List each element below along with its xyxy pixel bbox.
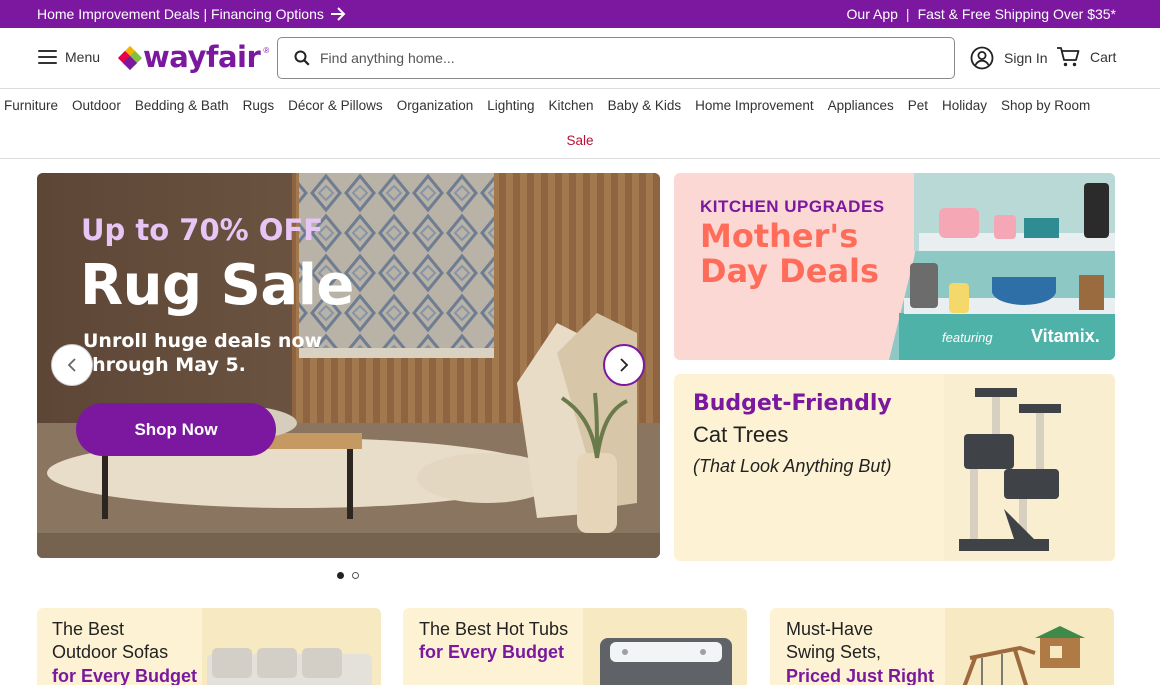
cat-tree-subtitle: Cat Trees — [693, 422, 789, 447]
nav-item-organization[interactable]: Organization — [397, 98, 474, 113]
logo-mark-icon — [117, 45, 143, 71]
card-line-2: Swing Sets, — [786, 642, 882, 662]
vitamix-logo: Vitamix. — [1031, 326, 1100, 346]
nav-item-outdoor[interactable]: Outdoor — [72, 98, 121, 113]
shop-now-button[interactable]: Shop Now — [76, 403, 276, 456]
card-line-2: for Every Budget — [419, 642, 565, 662]
account-icon — [970, 46, 994, 70]
category-nav: Furniture Outdoor Bedding & Bath Rugs Dé… — [0, 89, 1160, 159]
kitchen-title: Mother's Day Deals — [700, 217, 880, 290]
kitchen-eyebrow: KITCHEN UPGRADES — [700, 197, 885, 216]
chevron-right-icon — [620, 358, 629, 372]
nav-item-furniture[interactable]: Furniture — [4, 98, 58, 113]
wayfair-logo[interactable]: wayfair ® — [117, 40, 270, 74]
carousel-dot-active[interactable] — [337, 572, 344, 579]
carousel-next-button[interactable] — [603, 344, 645, 386]
search-bar[interactable] — [277, 37, 955, 79]
promo-deals-text: Home Improvement Deals | Financing Optio… — [37, 6, 324, 22]
promo-separator: | — [905, 6, 910, 22]
carousel-prev-button[interactable] — [51, 344, 93, 386]
nav-item-pet[interactable]: Pet — [908, 98, 928, 113]
card-line-2: Outdoor Sofas — [52, 642, 169, 662]
our-app-link[interactable]: Our App — [847, 6, 898, 22]
shipping-link[interactable]: Fast & Free Shipping Over $35* — [918, 6, 1116, 22]
cat-tree-card[interactable]: Budget-Friendly Cat Trees (That Look Any… — [674, 374, 1115, 561]
nav-item-shop-by-room[interactable]: Shop by Room — [1001, 98, 1090, 113]
hero-banner[interactable]: Up to 70% OFF Rug Sale Unroll huge deals… — [37, 173, 660, 558]
featuring-label: featuring — [942, 330, 993, 345]
card-line-1: The Best Hot Tubs — [419, 619, 569, 639]
hero-subtitle: Unroll huge deals now through May 5. — [83, 330, 323, 376]
card-line-3: Priced Just Right — [786, 666, 935, 685]
nav-item-bedding-bath[interactable]: Bedding & Bath — [135, 98, 229, 113]
trademark-mark: ® — [263, 46, 270, 55]
cart-button[interactable]: Cart — [1056, 46, 1116, 68]
nav-item-holiday[interactable]: Holiday — [942, 98, 987, 113]
nav-item-lighting[interactable]: Lighting — [487, 98, 534, 113]
menu-label: Menu — [65, 49, 101, 65]
carousel-dots — [337, 572, 359, 579]
sign-in-button[interactable]: Sign In — [970, 46, 1048, 70]
hero-title: Rug Sale — [80, 253, 354, 318]
arrow-right-icon — [330, 7, 346, 21]
kitchen-upgrades-card[interactable]: KITCHEN UPGRADES Mother's Day Deals feat… — [674, 173, 1115, 360]
hot-tubs-card[interactable]: The Best Hot Tubs for Every Budget — [403, 608, 747, 685]
card-line-1: Must-Have — [786, 619, 874, 639]
nav-item-decor-pillows[interactable]: Décor & Pillows — [288, 98, 383, 113]
chevron-left-icon — [67, 358, 76, 372]
logo-text: wayfair — [143, 40, 261, 74]
nav-item-kitchen[interactable]: Kitchen — [549, 98, 594, 113]
site-header: Menu wayfair ® Sign In Cart — [0, 28, 1160, 89]
hero-discount: Up to 70% OFF — [81, 213, 324, 247]
card-line-1: The Best — [52, 619, 125, 639]
cart-icon — [1057, 47, 1080, 67]
menu-button[interactable]: Menu — [38, 49, 100, 65]
sign-in-label: Sign In — [1004, 50, 1048, 66]
nav-item-appliances[interactable]: Appliances — [828, 98, 894, 113]
search-input[interactable] — [320, 50, 920, 66]
cat-tree-title: Budget-Friendly — [693, 391, 892, 416]
nav-item-sale[interactable]: Sale — [566, 133, 593, 148]
outdoor-sofas-card[interactable]: The Best Outdoor Sofas for Every Budget — [37, 608, 381, 685]
hamburger-icon — [38, 50, 57, 64]
cat-tree-note: (That Look Anything But) — [693, 456, 892, 476]
card-line-3: for Every Budget — [52, 666, 198, 685]
nav-item-rugs[interactable]: Rugs — [243, 98, 275, 113]
cart-label: Cart — [1090, 49, 1117, 65]
swing-sets-card[interactable]: Must-Have Swing Sets, Priced Just Right — [770, 608, 1114, 685]
promo-deals-link[interactable]: Home Improvement Deals | Financing Optio… — [37, 6, 346, 22]
nav-item-baby-kids[interactable]: Baby & Kids — [608, 98, 682, 113]
search-icon — [294, 50, 310, 66]
carousel-dot[interactable] — [352, 572, 359, 579]
promo-bar: Home Improvement Deals | Financing Optio… — [0, 0, 1160, 28]
nav-item-home-improvement[interactable]: Home Improvement — [695, 98, 814, 113]
